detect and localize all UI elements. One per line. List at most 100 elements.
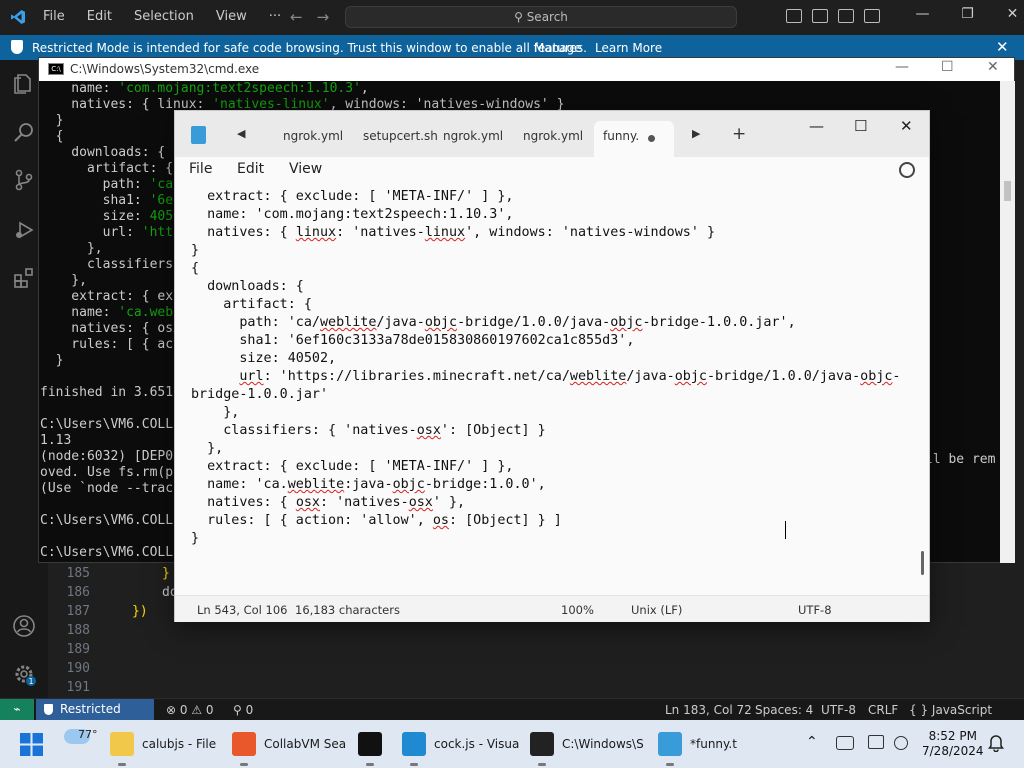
taskbar-item[interactable]: [356, 720, 386, 768]
menu-file[interactable]: File: [189, 161, 212, 177]
windows-start-icon[interactable]: [20, 733, 43, 756]
minimize-button[interactable]: —: [809, 117, 824, 135]
encoding[interactable]: UTF-8: [798, 603, 832, 617]
menu-selection[interactable]: Selection: [134, 9, 194, 24]
minimize-button[interactable]: —: [900, 6, 945, 22]
settings-gear-icon[interactable]: [899, 162, 915, 178]
toggle-secondary-sidebar-icon[interactable]: [838, 9, 854, 23]
text-line: },: [191, 405, 240, 420]
banner-close-icon[interactable]: ✕: [996, 38, 1009, 56]
language-mode-status[interactable]: { } JavaScript: [909, 703, 992, 717]
line-number: 190: [66, 661, 90, 676]
zoom-level[interactable]: 100%: [561, 603, 594, 617]
maximize-button[interactable]: ☐: [854, 117, 867, 135]
new-tab-button[interactable]: +: [732, 124, 746, 144]
problems-status[interactable]: ⊗ 0 ⚠ 0: [166, 703, 214, 717]
toggle-panel-icon[interactable]: [812, 9, 828, 23]
console-line: url: 'https: [40, 225, 189, 240]
banner-learn-more-link[interactable]: Learn More: [595, 41, 662, 55]
clock[interactable]: 8:52 PM 7/28/2024: [922, 729, 984, 759]
notepad-scrollbar-thumb[interactable]: [921, 551, 924, 575]
menu-more[interactable]: ···: [269, 9, 281, 24]
line-number: 187: [66, 604, 90, 619]
toggle-sidebar-icon[interactable]: [786, 9, 802, 23]
restricted-mode-status[interactable]: Restricted Mode: [36, 699, 154, 737]
nav-arrows: ←→: [290, 8, 343, 26]
taskbar-item-label: calubjs - File: [142, 737, 217, 751]
cursor-position: Ln 543, Col 106: [197, 603, 288, 617]
console-line: finished in 3.651: [40, 385, 174, 400]
search-icon[interactable]: [12, 120, 36, 144]
remote-indicator[interactable]: ⌁: [0, 699, 34, 721]
cmd-scrollbar[interactable]: [1000, 81, 1015, 563]
tab-ngrok-yml-2[interactable]: ngrok.yml: [443, 129, 503, 143]
text-line: natives: { linux: 'natives-linux', windo…: [191, 225, 716, 240]
tab-ngrok-yml-3[interactable]: ngrok.yml: [523, 129, 583, 143]
command-center-search[interactable]: ⚲ Search: [345, 6, 737, 28]
taskbar-item[interactable]: calubjs - File: [108, 720, 220, 768]
scrollbar-thumb[interactable]: [1004, 181, 1011, 201]
source-control-icon[interactable]: [12, 168, 36, 192]
notepad-text-area[interactable]: extract: { exclude: [ 'META-INF/' ] }, n…: [175, 187, 929, 595]
cmd-icon: [530, 732, 554, 756]
unsaved-dot-icon[interactable]: [648, 135, 655, 142]
scroll-tabs-left-icon[interactable]: ◀: [237, 127, 245, 140]
network-icon[interactable]: [836, 736, 854, 750]
console-line: classifiers:: [40, 257, 189, 272]
cursor-position-status[interactable]: Ln 183, Col 72: [665, 703, 752, 717]
maximize-button[interactable]: ☐: [941, 59, 954, 75]
taskbar-item[interactable]: CollabVM Sea: [230, 720, 348, 768]
close-button[interactable]: ✕: [987, 59, 999, 75]
menu-view[interactable]: View: [216, 9, 247, 24]
minimize-button[interactable]: —: [895, 59, 909, 75]
banner-manage-link[interactable]: Manage: [534, 41, 582, 55]
taskbar-item[interactable]: cock.js - Visua: [400, 720, 520, 768]
menu-view[interactable]: View: [289, 161, 322, 177]
restore-button[interactable]: ❐: [945, 6, 990, 22]
menu-file[interactable]: File: [43, 9, 65, 24]
indentation-status[interactable]: Spaces: 4: [755, 703, 813, 717]
encoding-status[interactable]: UTF-8: [821, 703, 856, 717]
running-indicator: [410, 763, 418, 766]
tab-funny-active[interactable]: funny.: [594, 121, 674, 157]
close-button[interactable]: ✕: [990, 6, 1024, 22]
chevron-up-icon[interactable]: ⌃: [806, 734, 818, 750]
console-line: C:\Users\VM6.COLL: [40, 417, 174, 432]
extensions-icon[interactable]: [12, 266, 36, 290]
close-button[interactable]: ✕: [900, 117, 913, 135]
cmd-titlebar[interactable]: C:\ C:\Windows\System32\cmd.exe — ☐ ✕: [39, 58, 1014, 81]
text-line: name: 'com.mojang:text2speech:1.10.3',: [191, 207, 514, 222]
explorer-icon[interactable]: [12, 72, 36, 96]
search-label: Search: [526, 10, 568, 24]
accounts-icon[interactable]: [12, 614, 36, 638]
line-number: 189: [66, 642, 90, 657]
line-ending[interactable]: Unix (LF): [631, 603, 682, 617]
run-debug-icon[interactable]: [12, 218, 36, 242]
menu-edit[interactable]: Edit: [237, 161, 264, 177]
manage-gear-icon[interactable]: 1: [12, 662, 36, 686]
console-line: },: [40, 241, 103, 256]
nav-back-icon[interactable]: ←: [290, 8, 317, 26]
menu-edit[interactable]: Edit: [87, 9, 112, 24]
tab-setupcert-sh[interactable]: setupcert.sh: [363, 129, 438, 143]
display-icon[interactable]: [868, 735, 884, 749]
notepad-tabbar: ◀ ngrok.yml setupcert.sh ngrok.yml ngrok…: [175, 111, 929, 157]
cmd-window-title: C:\Windows\System32\cmd.exe: [70, 62, 260, 76]
tab-ngrok-yml-1[interactable]: ngrok.yml: [283, 129, 343, 143]
text-line: downloads: {: [191, 279, 304, 294]
notification-bell-icon[interactable]: [988, 734, 1004, 752]
taskbar-item[interactable]: C:\Windows\S: [528, 720, 646, 768]
scroll-tabs-right-icon[interactable]: ▶: [692, 127, 700, 140]
taskbar-item-label: cock.js - Visua: [434, 737, 520, 751]
text-line: name: 'ca.weblite:java-objc-bridge:1.0.0…: [191, 477, 546, 492]
text-line: url: 'https://libraries.minecraft.net/ca…: [239, 369, 901, 384]
customize-layout-icon[interactable]: [864, 9, 880, 23]
eol-status[interactable]: CRLF: [868, 703, 898, 717]
vscode-titlebar: File Edit Selection View ··· ←→ ⚲ Search…: [0, 0, 1024, 35]
taskbar-item[interactable]: *funny.t: [656, 720, 737, 768]
nav-forward-icon[interactable]: →: [317, 8, 344, 26]
weather-temp[interactable]: 77°: [78, 728, 98, 741]
ports-status[interactable]: ⚲ 0: [233, 703, 253, 717]
console-line: (Use `node --trac: [40, 481, 174, 496]
volume-icon[interactable]: [894, 736, 908, 750]
